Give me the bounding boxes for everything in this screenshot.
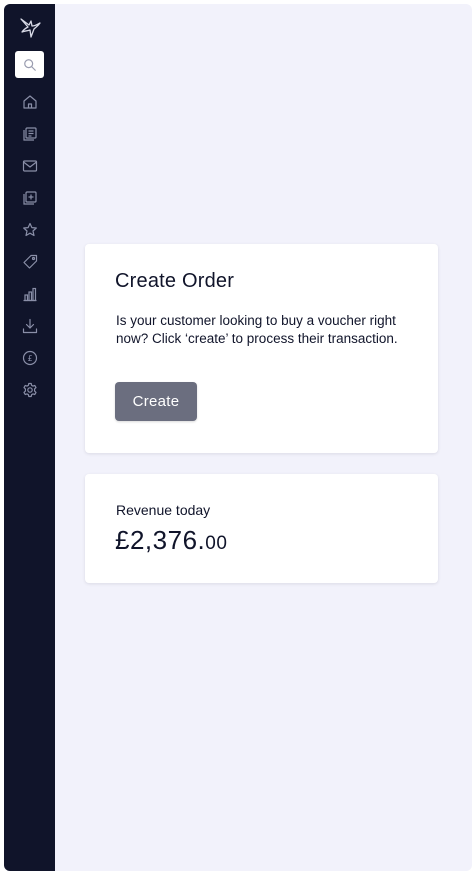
revenue-label: Revenue today <box>116 502 211 518</box>
sidebar-item-downloads[interactable] <box>4 310 55 342</box>
sidebar-item-favourites[interactable] <box>4 214 55 246</box>
sidebar-item-add[interactable] <box>4 182 55 214</box>
create-order-title: Create Order <box>115 270 235 292</box>
download-icon <box>22 318 37 334</box>
tag-icon <box>22 254 37 269</box>
svg-text:£: £ <box>27 354 32 363</box>
sidebar: £ <box>4 4 55 871</box>
sidebar-nav: £ <box>4 86 55 406</box>
revenue-amount-main: £2,376. <box>115 525 206 555</box>
sidebar-item-finance[interactable]: £ <box>4 342 55 374</box>
sidebar-item-vouchers[interactable] <box>4 246 55 278</box>
search-icon <box>23 58 36 71</box>
sidebar-item-mail[interactable] <box>4 150 55 182</box>
sidebar-item-reports[interactable] <box>4 278 55 310</box>
sidebar-item-settings[interactable] <box>4 374 55 406</box>
create-order-description: Is your customer looking to buy a vouche… <box>116 313 398 346</box>
hummingbird-icon[interactable] <box>18 15 42 39</box>
star-icon <box>22 222 37 237</box>
main-content: Create Order Is your customer looking to… <box>55 4 472 871</box>
search-button[interactable] <box>15 51 44 78</box>
create-order-card: Create Order Is your customer looking to… <box>85 244 438 453</box>
bar-chart-icon <box>23 287 36 302</box>
mail-icon <box>22 160 37 172</box>
pound-icon: £ <box>22 350 37 366</box>
settings-icon <box>22 382 37 398</box>
sidebar-item-orders[interactable] <box>4 118 55 150</box>
app-window: £ Create Order Is your customer looking … <box>4 4 472 871</box>
revenue-amount: £2,376.00 <box>115 525 227 556</box>
sidebar-item-home[interactable] <box>4 86 55 118</box>
revenue-card: Revenue today £2,376.00 <box>85 474 438 583</box>
home-icon <box>22 95 37 109</box>
revenue-amount-pence: 00 <box>205 533 228 554</box>
create-button[interactable]: Create <box>115 382 197 421</box>
add-copy-icon <box>22 191 37 205</box>
orders-icon <box>22 127 37 141</box>
